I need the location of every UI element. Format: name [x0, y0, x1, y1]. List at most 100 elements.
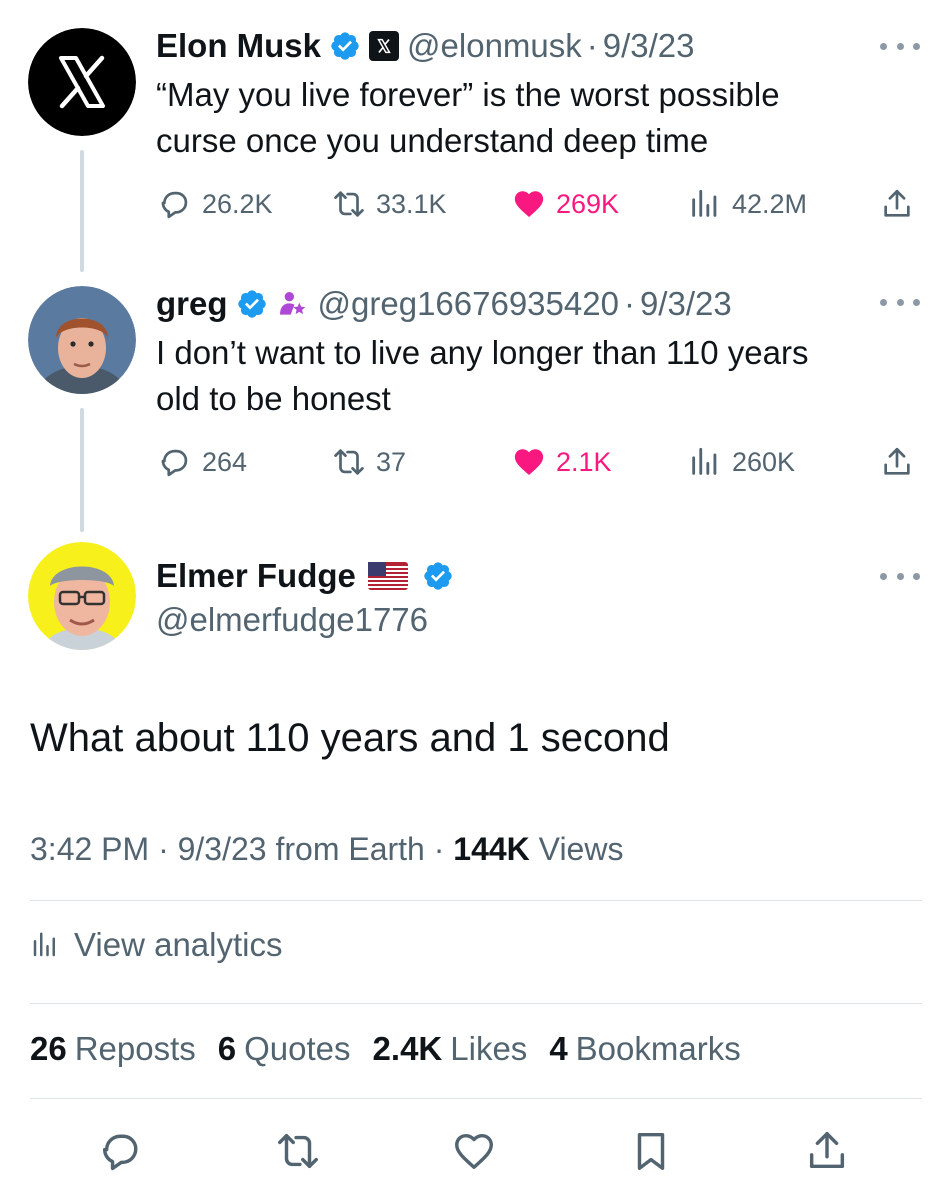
tweet-text-line: “May you live forever” is the worst poss…	[156, 76, 780, 113]
like-icon	[514, 191, 544, 218]
avatar-elmer[interactable]	[28, 542, 136, 650]
reply-count: 264	[202, 446, 248, 477]
greg-avatar-image	[28, 286, 136, 394]
author-handle[interactable]: @elmerfudge1776	[156, 600, 428, 640]
reply-icon[interactable]	[98, 1128, 144, 1174]
tweet-text-line: old to be honest	[156, 380, 391, 417]
x-affiliate-icon	[369, 31, 400, 61]
like-icon[interactable]	[451, 1128, 497, 1174]
analytics-icon	[33, 932, 55, 957]
quotes-count: 6	[217, 1030, 237, 1067]
reply-button[interactable]: 264	[158, 440, 247, 484]
bookmarks-label: Bookmarks	[575, 1030, 741, 1067]
tweet-header: Elon Musk @elonmusk · 9/3/23	[156, 26, 695, 66]
views-count: 260K	[732, 446, 796, 477]
avatar-elon[interactable]	[28, 28, 136, 136]
main-tweet-handle-row: @elmerfudge1776	[156, 600, 428, 640]
author-handle[interactable]: @elonmusk	[407, 26, 582, 66]
more-icon[interactable]	[880, 40, 920, 52]
separator: ·	[586, 27, 598, 64]
bookmark-icon[interactable]	[628, 1128, 674, 1174]
analytics-label: View analytics	[74, 926, 283, 963]
reply-button[interactable]: 26.2K	[158, 182, 273, 226]
divider	[30, 1098, 922, 1099]
engagement-stats: 26 Reposts 6 Quotes 2.4K Likes 4 Bookmarks	[30, 1030, 763, 1068]
tweet-date[interactable]: 9/3/23	[603, 26, 695, 66]
like-icon	[514, 449, 544, 476]
views-label: Views	[538, 831, 624, 867]
us-flag-icon	[367, 562, 408, 590]
more-icon[interactable]	[880, 296, 920, 308]
quotes-label: Quotes	[244, 1030, 351, 1067]
reply-icon	[161, 449, 188, 477]
author-handle[interactable]: @greg16676935420	[318, 284, 619, 324]
reposts-count: 26	[30, 1030, 67, 1067]
bookmarks-stat[interactable]: 4 Bookmarks	[549, 1030, 740, 1068]
main-tweet-header: Elmer Fudge	[156, 556, 454, 596]
tweet-text-line: I don’t want to live any longer than 110…	[156, 334, 809, 371]
tweet-actions: 264 37 2.1K 260K	[156, 440, 922, 484]
tweet-date-source: 9/3/23 from Earth	[177, 831, 425, 867]
more-icon[interactable]	[880, 570, 920, 582]
like-count: 2.1K	[556, 446, 612, 477]
views-icon	[692, 189, 717, 217]
avatar-greg[interactable]	[28, 286, 136, 394]
verified-icon	[236, 288, 268, 320]
author-name[interactable]: Elon Musk	[156, 26, 321, 66]
share-icon	[884, 189, 910, 217]
views-button[interactable]: 260K	[688, 440, 795, 484]
main-tweet-action-bar	[0, 1128, 952, 1178]
main-tweet-text: What about 110 years and 1 second	[30, 716, 670, 760]
reply-count: 26.2K	[202, 188, 273, 219]
creator-icon	[276, 288, 308, 320]
thread-line	[80, 408, 84, 532]
bookmarks-count: 4	[549, 1030, 568, 1067]
author-name[interactable]: Elmer Fudge	[156, 556, 356, 596]
repost-count: 33.1K	[376, 188, 447, 219]
likes-stat[interactable]: 2.4K Likes	[373, 1030, 528, 1068]
share-button[interactable]	[880, 182, 924, 226]
tweet-text-line: curse once you understand deep time	[156, 122, 709, 159]
divider	[30, 900, 922, 901]
views-count: 42.2M	[732, 188, 808, 219]
separator: ·	[158, 831, 169, 867]
repost-button[interactable]: 37	[332, 440, 406, 484]
repost-icon	[334, 191, 364, 217]
tweet-actions: 26.2K 33.1K 269K 42.2M	[156, 182, 922, 226]
repost-icon	[334, 449, 364, 475]
tweet-text: “May you live forever” is the worst poss…	[156, 72, 916, 164]
x-logo-icon	[28, 28, 136, 136]
thread-line	[80, 150, 84, 272]
repost-button[interactable]: 33.1K	[332, 182, 447, 226]
likes-count: 2.4K	[372, 1030, 443, 1067]
author-name[interactable]: greg	[156, 284, 228, 324]
share-icon[interactable]	[804, 1128, 850, 1174]
share-button[interactable]	[880, 440, 924, 484]
views-button[interactable]: 42.2M	[688, 182, 807, 226]
like-button[interactable]: 2.1K	[512, 440, 612, 484]
share-icon	[884, 447, 910, 475]
tweet-date[interactable]: 9/3/23	[640, 284, 732, 324]
verified-icon	[422, 560, 454, 592]
likes-label: Likes	[450, 1030, 528, 1067]
tweet-time[interactable]: 3:42 PM	[30, 831, 149, 867]
verified-icon	[329, 30, 361, 62]
repost-icon[interactable]	[275, 1128, 321, 1174]
tweet-header: greg @greg16676935420 · 9/3/23	[156, 284, 732, 324]
tweet-meta: 3:42 PM · 9/3/23 from Earth · 144K Views	[30, 828, 623, 870]
repost-count: 37	[376, 446, 407, 477]
elmer-avatar-image	[28, 542, 136, 650]
views-icon	[692, 447, 717, 475]
tweet-text: I don’t want to live any longer than 110…	[156, 330, 916, 422]
reposts-label: Reposts	[74, 1030, 196, 1067]
like-button[interactable]: 269K	[512, 182, 619, 226]
reply-icon	[161, 191, 188, 219]
reposts-stat[interactable]: 26 Reposts	[30, 1030, 196, 1068]
like-count: 269K	[556, 188, 620, 219]
separator: ·	[433, 831, 445, 867]
views-count: 144K	[453, 831, 530, 867]
separator: ·	[623, 285, 635, 322]
quotes-stat[interactable]: 6 Quotes	[218, 1030, 351, 1068]
view-analytics-link[interactable]: View analytics	[30, 926, 283, 964]
divider	[30, 1003, 922, 1004]
